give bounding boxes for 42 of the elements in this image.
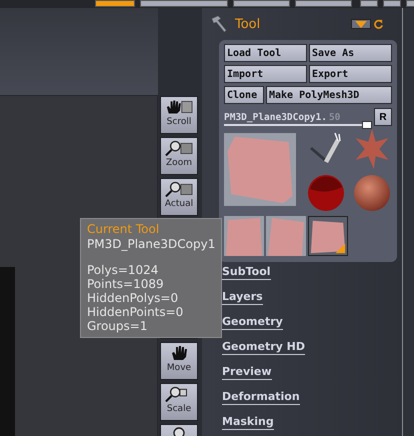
- subpalette-link[interactable]: Geometry HD: [222, 340, 305, 355]
- magnifier-icon: [165, 181, 193, 197]
- view-button[interactable]: Scroll: [160, 96, 198, 134]
- hand-icon: [170, 345, 188, 361]
- palette-button[interactable]: Save As: [309, 44, 392, 62]
- tool-stat: HiddenPolys=0: [87, 291, 180, 305]
- subpalette-link[interactable]: Preview: [222, 365, 272, 380]
- palette-title: Tool: [235, 16, 262, 32]
- menu-tab[interactable]: [383, 0, 401, 7]
- reset-button[interactable]: R: [374, 108, 392, 126]
- view-button[interactable]: Zoom: [160, 137, 198, 175]
- hand-icon: [165, 99, 193, 115]
- menu-tab[interactable]: [233, 0, 290, 7]
- triangle-icon: [355, 20, 367, 28]
- palette-button[interactable]: Load Tool: [224, 44, 307, 62]
- mesh-thumbnail[interactable]: [224, 216, 264, 256]
- magnifier-icon: [173, 427, 185, 436]
- view-button[interactable]: Move: [160, 342, 198, 380]
- magnifier-icon: [165, 140, 193, 156]
- mesh-thumbnail[interactable]: [266, 216, 306, 256]
- palette-button[interactable]: Export: [309, 65, 392, 83]
- view-button[interactable]: Scale: [160, 383, 198, 421]
- menu-tab[interactable]: [95, 0, 135, 7]
- menu-tab[interactable]: [295, 0, 352, 7]
- menu-tab[interactable]: [140, 0, 228, 7]
- circular-arrow-icon[interactable]: [373, 18, 384, 30]
- palette-button[interactable]: Import: [224, 65, 307, 83]
- tooltip-title: Current Tool: [87, 222, 160, 237]
- subpalette-link[interactable]: Deformation: [222, 390, 300, 405]
- hammer-icon: [210, 15, 228, 33]
- tool-name: PM3D_Plane3DCopy1: [87, 237, 216, 251]
- mesh-thumbnail[interactable]: [308, 216, 348, 256]
- tool-stat: Polys=1024: [87, 263, 160, 277]
- tool-stat: Points=1089: [87, 277, 165, 291]
- palette-button[interactable]: Make PolyMesh3D: [266, 86, 392, 104]
- dropdown-button[interactable]: [351, 19, 371, 29]
- palette-button[interactable]: Clone: [224, 86, 264, 104]
- subpalette-link[interactable]: Masking: [222, 415, 274, 430]
- tool-stat: HiddenPoints=0: [87, 305, 184, 319]
- view-button[interactable]: Actual: [160, 178, 198, 216]
- menu-tab[interactable]: [360, 0, 378, 7]
- tool-stat: Groups=1: [87, 319, 148, 333]
